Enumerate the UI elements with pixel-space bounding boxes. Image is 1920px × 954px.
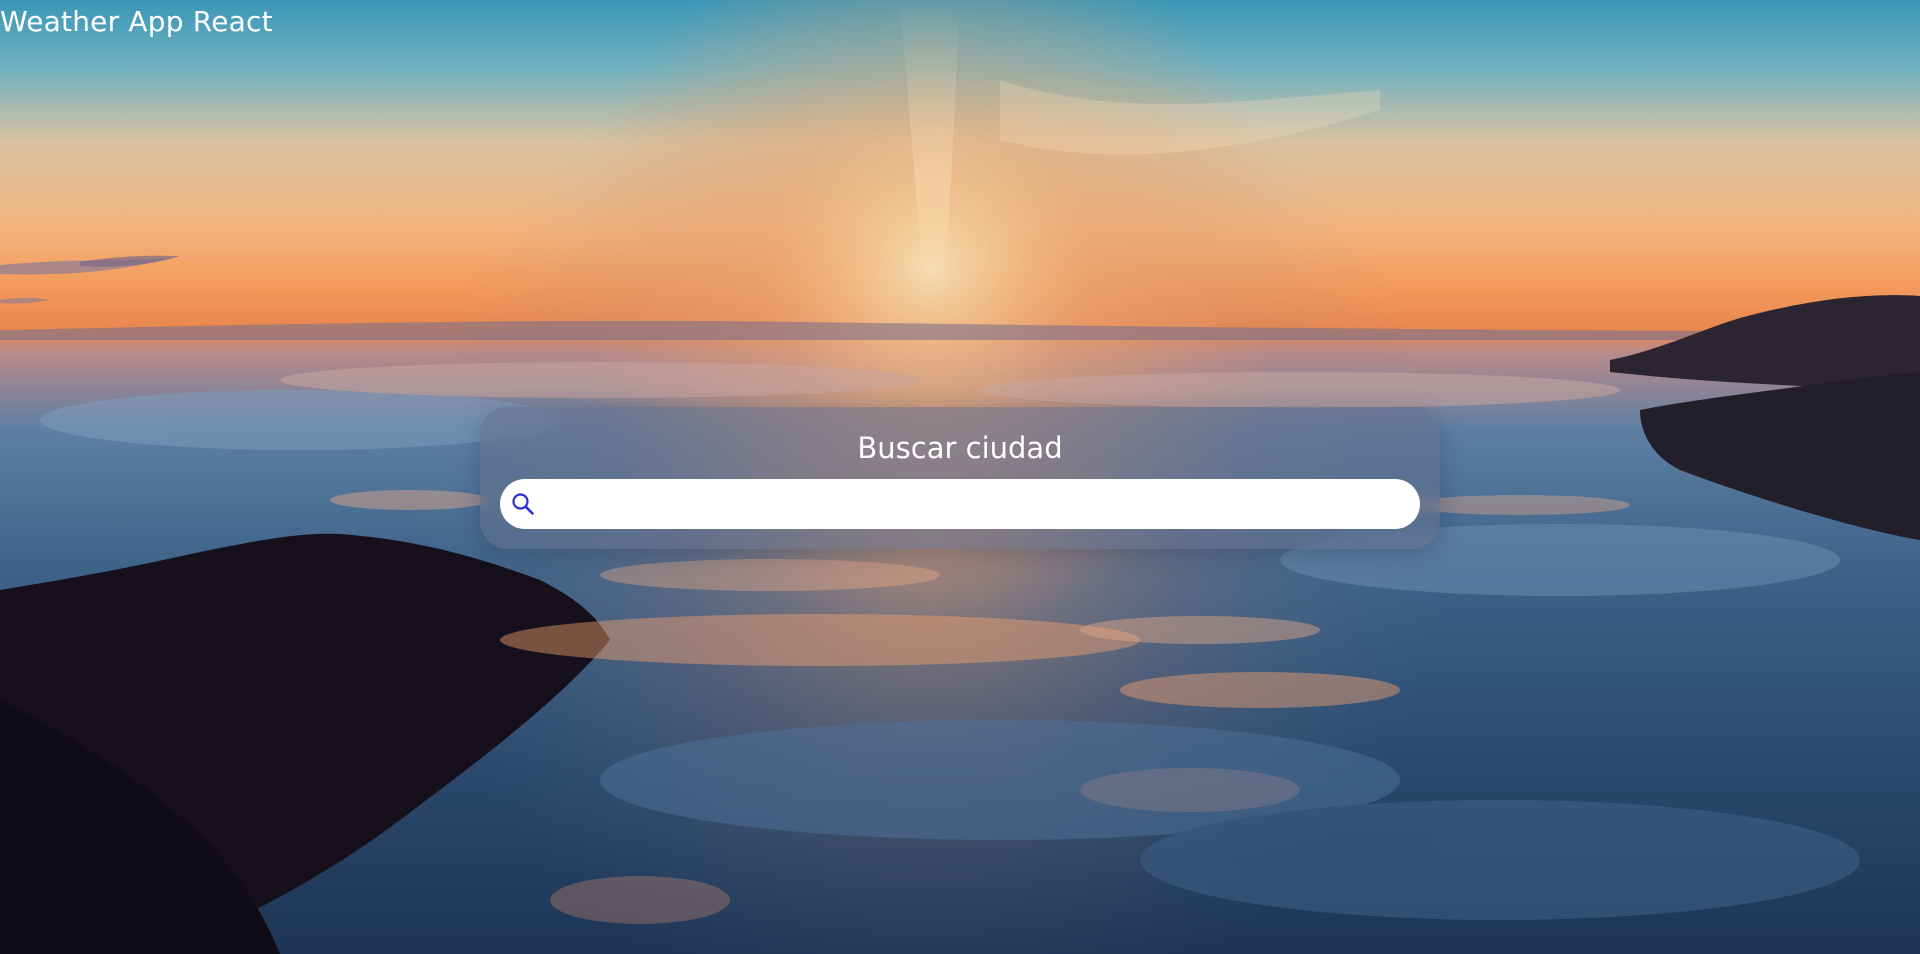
search-field[interactable]: [500, 479, 1420, 529]
search-icon[interactable]: [510, 491, 536, 517]
search-heading: Buscar ciudad: [857, 431, 1063, 465]
app-root: Weather App React Buscar ciudad: [0, 0, 1920, 954]
search-input[interactable]: [546, 479, 1406, 529]
app-title: Weather App React: [0, 5, 273, 38]
search-card: Buscar ciudad: [480, 407, 1440, 549]
